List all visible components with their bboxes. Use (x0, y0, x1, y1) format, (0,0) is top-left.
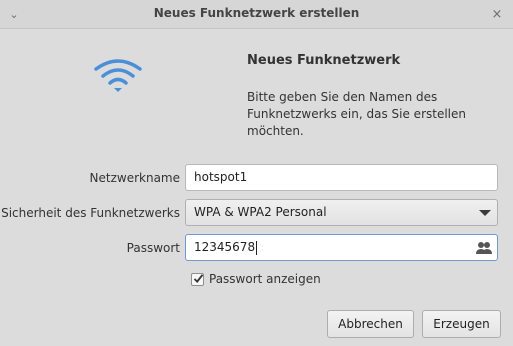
password-label: Passwort (126, 241, 180, 255)
network-name-label: Netzwerkname (89, 171, 180, 185)
wifi-icon (94, 59, 142, 92)
titlebar: ⌄ Neues Funknetzwerk erstellen × (0, 0, 513, 29)
security-label: Sicherheit des Funknetzwerks (1, 206, 180, 220)
close-icon[interactable]: × (489, 6, 505, 22)
create-button[interactable]: Erzeugen (422, 310, 501, 338)
dialog-description: Bitte geben Sie den Namen des Funknetzwe… (247, 90, 466, 138)
network-name-value: hotspot1 (194, 170, 248, 184)
create-wifi-dialog: ⌄ Neues Funknetzwerk erstellen × Neues F… (0, 0, 513, 346)
show-password-checkbox[interactable] (191, 273, 204, 286)
chevron-down-icon (479, 210, 491, 216)
checkmark-icon (193, 274, 204, 283)
security-value: WPA & WPA2 Personal (194, 205, 327, 219)
window-title: Neues Funknetzwerk erstellen (153, 6, 360, 20)
security-select[interactable]: WPA & WPA2 Personal (185, 199, 498, 226)
users-icon[interactable] (475, 240, 493, 256)
cancel-button[interactable]: Abbrechen (327, 310, 414, 338)
text-cursor (256, 240, 258, 255)
password-value: 12345678 (194, 240, 256, 254)
show-password-label[interactable]: Passwort anzeigen (209, 272, 321, 286)
network-name-input[interactable]: hotspot1 (185, 164, 498, 191)
password-input[interactable]: 12345678 (185, 234, 498, 261)
dialog-heading: Neues Funknetzwerk (247, 53, 401, 68)
